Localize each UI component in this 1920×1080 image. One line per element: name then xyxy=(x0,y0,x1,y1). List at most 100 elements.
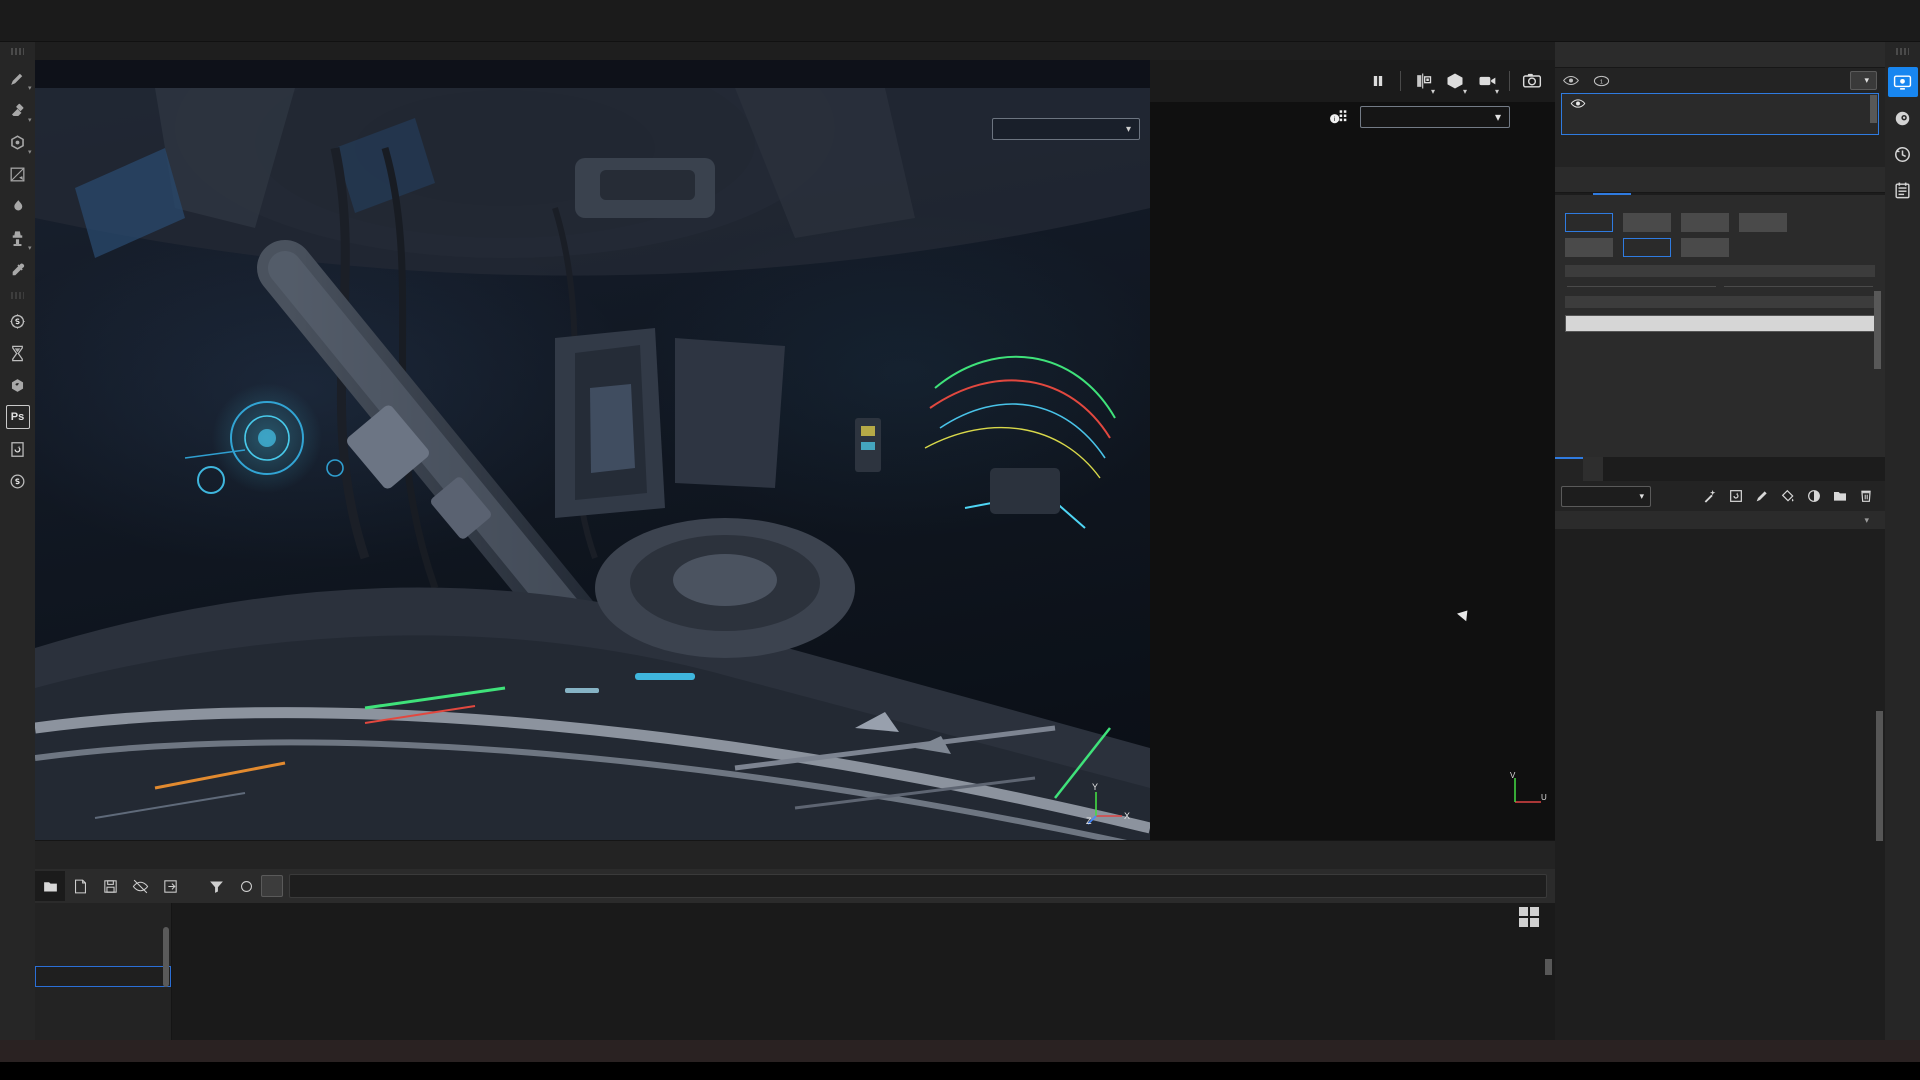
layers-tabs xyxy=(1555,457,1885,481)
layers-list[interactable]: ▾ xyxy=(1555,511,1885,1040)
tab-texture-set-settings[interactable] xyxy=(1583,457,1603,481)
smudge-icon[interactable] xyxy=(3,191,33,221)
paint-brush-icon[interactable]: ▾ xyxy=(3,63,33,93)
material-chip-spec[interactable] xyxy=(1623,213,1671,232)
material-chip-shadow[interactable] xyxy=(1681,213,1729,232)
menu-javascript[interactable] xyxy=(144,29,168,41)
shelf-asset-grid[interactable] xyxy=(172,903,1555,1041)
menu-viewport[interactable] xyxy=(96,29,120,41)
grid-view-icon[interactable] xyxy=(1519,907,1539,927)
projection-cube-icon[interactable]: ▾ xyxy=(3,127,33,157)
uv-2d-view[interactable]: ▾ ▾ ▾ i ▾ U V xyxy=(1150,60,1555,840)
add-paint-layer-icon[interactable] xyxy=(1749,483,1775,509)
clone-stamp-icon[interactable]: ▾ xyxy=(3,223,33,253)
shelf-active-filter-chip[interactable] xyxy=(261,875,283,897)
category-scrollbar[interactable] xyxy=(163,927,169,987)
new-document-icon[interactable] xyxy=(65,871,95,901)
texture-set-scrollbar[interactable] xyxy=(1870,95,1877,123)
viewport-3d-canvas[interactable]: ▾ X Y Z xyxy=(35,88,1150,840)
uv-channel-dropdown[interactable]: ▾ xyxy=(1360,106,1510,128)
folder-icon[interactable] xyxy=(35,871,65,901)
photoshop-ps-icon[interactable]: Ps xyxy=(5,405,30,429)
shelf-category-brushes[interactable] xyxy=(35,966,171,987)
base-color-swatch[interactable] xyxy=(1565,315,1875,332)
tsl-close-icon[interactable] xyxy=(1859,46,1877,64)
shelf-panel xyxy=(35,840,1555,1041)
layers-scrollbar[interactable] xyxy=(1876,711,1883,841)
eye-toggle-icon[interactable] xyxy=(1563,74,1579,87)
import-icon[interactable] xyxy=(155,871,185,901)
toolbar-drag-handle[interactable] xyxy=(11,48,24,55)
menu-mode[interactable] xyxy=(48,29,72,41)
add-effect-wand-icon[interactable] xyxy=(1697,483,1723,509)
props-maximize-icon[interactable] xyxy=(1841,171,1859,189)
uv-tile-info-icon[interactable]: i xyxy=(1328,107,1348,127)
shelf-search-input[interactable] xyxy=(289,874,1547,898)
material-chip-lineco[interactable] xyxy=(1681,238,1729,257)
add-mask-icon[interactable] xyxy=(1723,483,1749,509)
layers-channel-dropdown[interactable]: ▾ xyxy=(1561,485,1651,507)
eye-icon[interactable] xyxy=(1570,98,1586,109)
add-adjustment-icon[interactable] xyxy=(1801,483,1827,509)
shelf-scrollbar[interactable] xyxy=(1545,959,1552,975)
uv-count-badge-icon[interactable]: 1 xyxy=(1593,74,1610,88)
pause-engine-icon[interactable] xyxy=(1363,66,1393,96)
add-fill-layer-icon[interactable] xyxy=(1775,483,1801,509)
base-color-box[interactable] xyxy=(1565,296,1875,308)
material-chip-color[interactable] xyxy=(1565,213,1613,232)
tsl-maximize-icon[interactable] xyxy=(1841,46,1859,64)
shelf-category-hard-surfaces[interactable] xyxy=(35,903,171,924)
properties-body xyxy=(1555,195,1885,457)
color-picker-icon[interactable] xyxy=(3,255,33,285)
material-chip-sleepsl[interactable] xyxy=(1565,238,1613,257)
uv-tile-grid[interactable] xyxy=(1150,102,1555,840)
viewport-channel-dropdown[interactable]: ▾ xyxy=(992,118,1140,140)
shelf-category-tools[interactable] xyxy=(35,1008,171,1029)
menu-help[interactable] xyxy=(168,29,192,41)
menu-python[interactable] xyxy=(120,29,144,41)
texture-set-settings-button[interactable]: ▾ xyxy=(1850,71,1877,90)
tab-layers[interactable] xyxy=(1555,457,1583,481)
shelf-category-skin[interactable] xyxy=(35,924,171,945)
material-chip-os[interactable] xyxy=(1739,213,1787,232)
texture-set-settings-icon[interactable] xyxy=(1887,67,1918,97)
filter-funnel-icon[interactable] xyxy=(201,871,231,901)
eraser-icon[interactable]: ▾ xyxy=(3,95,33,125)
viewport-3d[interactable]: ▾ X Y Z xyxy=(35,60,1150,840)
material-mode-box[interactable] xyxy=(1565,265,1875,277)
display-mode-icon[interactable]: ▾ xyxy=(1408,66,1438,96)
camera-video-icon[interactable]: ▾ xyxy=(1472,66,1502,96)
rail-drag-handle[interactable] xyxy=(1896,48,1909,55)
texture-set-list-panel: 1 ▾ xyxy=(1555,42,1885,167)
substance-symmetry-icon[interactable] xyxy=(3,306,33,336)
substance-s-icon[interactable] xyxy=(3,370,33,400)
material-chip-emove[interactable] xyxy=(1623,238,1671,257)
shelf-category-list[interactable] xyxy=(35,903,172,1041)
texture-set-uv-tiles[interactable] xyxy=(1555,135,1885,137)
screenshot-camera-icon[interactable] xyxy=(1517,66,1547,96)
hide-eye-icon[interactable] xyxy=(125,871,155,901)
history-clock-icon[interactable] xyxy=(1888,139,1918,169)
refresh-resource-icon[interactable] xyxy=(3,434,33,464)
add-folder-icon[interactable] xyxy=(1827,483,1853,509)
bake-hourglass-icon[interactable] xyxy=(3,338,33,368)
shelf-category-filters[interactable] xyxy=(35,945,171,966)
shading-cube-icon[interactable]: ▾ xyxy=(1440,66,1470,96)
log-notepad-icon[interactable] xyxy=(1888,175,1918,205)
props-close-icon[interactable] xyxy=(1859,171,1877,189)
circle-icon[interactable] xyxy=(231,871,261,901)
properties-scrollbar[interactable] xyxy=(1874,291,1881,369)
shelf-category-particles[interactable] xyxy=(35,987,171,1008)
delete-layer-icon[interactable] xyxy=(1853,483,1879,509)
shader-settings-icon[interactable] xyxy=(1888,103,1918,133)
chevron-down-icon: ▾ xyxy=(27,245,32,252)
chevron-down-icon: ▾ xyxy=(27,85,32,92)
save-shelf-icon[interactable] xyxy=(95,871,125,901)
menu-file[interactable] xyxy=(0,29,24,41)
svg-text:V: V xyxy=(1510,771,1516,780)
menu-edit[interactable] xyxy=(24,29,48,41)
texture-set-item-defaultmaterial[interactable] xyxy=(1561,93,1879,135)
substance-source-icon[interactable] xyxy=(3,466,33,496)
menu-window[interactable] xyxy=(72,29,96,41)
polygon-fill-icon[interactable] xyxy=(3,159,33,189)
